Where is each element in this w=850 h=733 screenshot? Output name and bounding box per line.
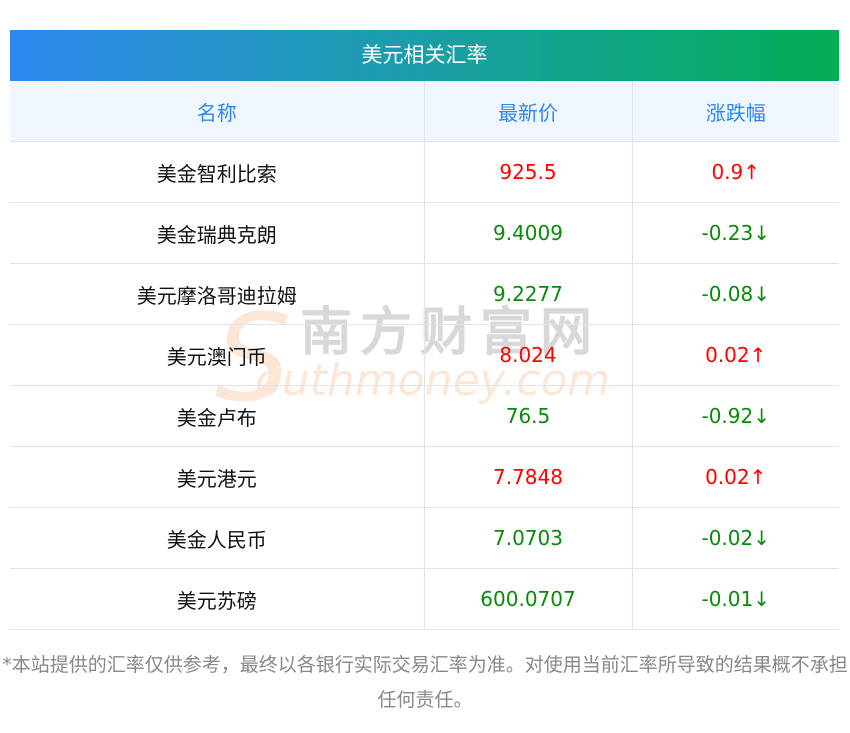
currency-name: 美金卢布: [10, 385, 425, 447]
header-name: 名称: [10, 81, 425, 142]
rate-table: 名称 最新价 涨跌幅 美金智利比索 925.5 0.9↑ 美金瑞典克朗 9.4009 -0…: [10, 81, 839, 630]
table-row: 美元澳门币 8.024 0.02↑: [10, 324, 839, 386]
currency-name: 美金智利比索: [10, 141, 425, 203]
currency-name: 美金瑞典克朗: [10, 202, 425, 264]
table-row: 美元摩洛哥迪拉姆 9.2277 -0.08↓: [10, 263, 839, 325]
price-cell: 600.0707: [423, 568, 633, 630]
header-row: 名称 最新价 涨跌幅: [10, 81, 839, 142]
price-cell: 925.5: [423, 141, 633, 203]
rate-table-widget: 美元相关汇率 名称 最新价 涨跌幅 美金智利比索 925.5 0.9↑ 美金瑞典克朗 9…: [10, 30, 839, 630]
change-cell: -0.02↓: [631, 507, 839, 569]
table-row: 美金人民币 7.0703 -0.02↓: [10, 507, 839, 569]
table-row: 美元港元 7.7848 0.02↑: [10, 446, 839, 508]
table-row: 美金智利比索 925.5 0.9↑: [10, 141, 839, 203]
table-row: 美元苏磅 600.0707 -0.01↓: [10, 568, 839, 630]
disclaimer: *本站提供的汇率仅供参考，最终以各银行实际交易汇率为准。对使用当前汇率所导致的结…: [2, 654, 848, 711]
change-cell: 0.02↑: [631, 446, 839, 508]
currency-name: 美元港元: [10, 446, 425, 508]
change-cell: 0.02↑: [631, 324, 839, 386]
table-title: 美元相关汇率: [10, 30, 839, 81]
change-cell: 0.9↑: [631, 141, 839, 203]
change-cell: -0.92↓: [631, 385, 839, 447]
change-cell: -0.23↓: [631, 202, 839, 264]
table-row: 美金瑞典克朗 9.4009 -0.23↓: [10, 202, 839, 264]
currency-name: 美元摩洛哥迪拉姆: [10, 263, 425, 325]
header-change: 涨跌幅: [631, 81, 839, 142]
currency-name: 美元澳门币: [10, 324, 425, 386]
change-cell: -0.01↓: [631, 568, 839, 630]
currency-name: 美元苏磅: [10, 568, 425, 630]
change-cell: -0.08↓: [631, 263, 839, 325]
currency-name: 美金人民币: [10, 507, 425, 569]
price-cell: 7.7848: [423, 446, 633, 508]
table-row: 美金卢布 76.5 -0.92↓: [10, 385, 839, 447]
price-cell: 9.2277: [423, 263, 633, 325]
price-cell: 7.0703: [423, 507, 633, 569]
price-cell: 9.4009: [423, 202, 633, 264]
price-cell: 8.024: [423, 324, 633, 386]
price-cell: 76.5: [423, 385, 633, 447]
header-price: 最新价: [423, 81, 633, 142]
